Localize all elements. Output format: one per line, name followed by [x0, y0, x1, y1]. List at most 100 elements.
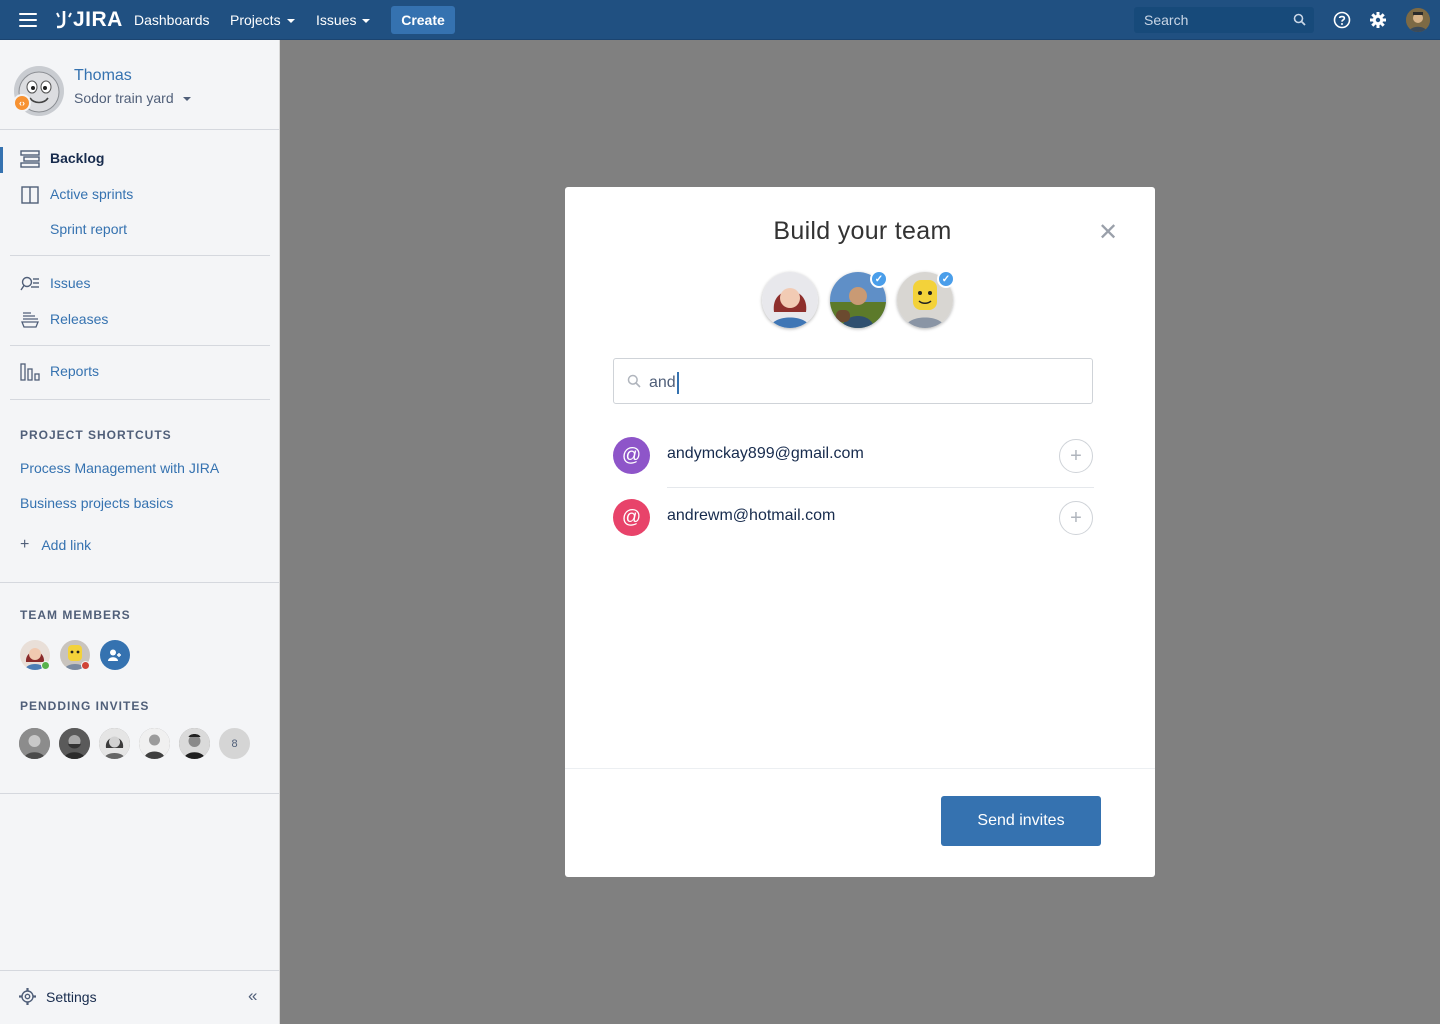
- sidebar-settings[interactable]: Settings «: [0, 970, 279, 1024]
- user-avatar-image: [1406, 8, 1430, 32]
- sidebar-item-label: Backlog: [50, 150, 105, 166]
- add-link-button[interactable]: + Add link: [20, 536, 91, 554]
- divider: [10, 345, 270, 346]
- sidebar-item-label: Sprint report: [50, 221, 128, 237]
- chevron-down-icon: [362, 19, 371, 23]
- shortcut-link[interactable]: Process Management with JIRA: [20, 460, 219, 476]
- dialog-title: Build your team: [773, 217, 952, 245]
- divider: [0, 793, 279, 794]
- nav-dashboards-label: Dashboards: [134, 12, 210, 28]
- divider: [565, 768, 1155, 769]
- pending-invite-avatar[interactable]: [99, 728, 130, 759]
- jira-logo[interactable]: JIRA: [56, 8, 123, 31]
- sidebar-item-label: Reports: [50, 363, 100, 379]
- nav-projects-label: Projects: [230, 12, 281, 28]
- global-search-input[interactable]: Search: [1134, 7, 1314, 33]
- divider: [667, 487, 1094, 488]
- result-email: andrewm@hotmail.com: [667, 507, 836, 524]
- send-invites-button[interactable]: Send invites: [941, 796, 1101, 846]
- team-search-input[interactable]: and: [613, 358, 1093, 404]
- pending-invite-avatar[interactable]: [19, 728, 50, 759]
- project-subtitle: Sodor train yard: [74, 90, 174, 106]
- gear-icon: [19, 988, 36, 1005]
- search-result-row[interactable]: @ andrewm@hotmail.com +: [613, 499, 1093, 539]
- sidebar-item-reports[interactable]: Reports: [0, 357, 279, 387]
- divider: [10, 399, 270, 400]
- project-sidebar: ‹› Thomas Sodor train yard Backlog Activ…: [0, 40, 280, 1024]
- pending-invite-avatar-image: [179, 728, 210, 759]
- divider: [0, 129, 279, 130]
- project-name[interactable]: Thomas: [74, 67, 132, 85]
- nav-issues[interactable]: Issues: [316, 12, 371, 28]
- plus-icon: +: [20, 536, 30, 553]
- selected-check-icon: ✓: [937, 270, 955, 288]
- divider: [10, 255, 270, 256]
- selected-check-icon: ✓: [870, 270, 888, 288]
- search-text: and: [649, 374, 676, 391]
- board-icon: [21, 186, 39, 204]
- search-value: and: [649, 372, 679, 394]
- sidebar-item-releases[interactable]: Releases: [0, 305, 279, 335]
- online-status-icon: [41, 661, 50, 670]
- pending-invite-avatar[interactable]: [59, 728, 90, 759]
- add-user-icon: [108, 649, 121, 661]
- search-icon: [627, 374, 641, 388]
- chevron-down-icon: [286, 19, 295, 23]
- chevron-down-icon: [182, 97, 191, 101]
- add-team-member-button[interactable]: [100, 640, 130, 670]
- text-cursor: [676, 372, 679, 394]
- shortcut-link[interactable]: Business projects basics: [20, 495, 173, 511]
- add-link-label: Add link: [41, 537, 92, 553]
- sidebar-item-label: Releases: [50, 311, 109, 327]
- pending-invite-avatar-image: [139, 728, 170, 759]
- sidebar-item-label: Active sprints: [50, 186, 134, 202]
- backlog-icon: [20, 150, 40, 168]
- busy-status-icon: [81, 661, 90, 670]
- sidebar-item-label: Issues: [50, 275, 91, 291]
- gear-icon[interactable]: [1369, 11, 1387, 29]
- reports-icon: [20, 363, 40, 381]
- team-members-heading: TEAM MEMBERS: [20, 608, 131, 622]
- add-invite-button[interactable]: +: [1059, 501, 1093, 535]
- jira-logo-icon: [56, 11, 72, 29]
- nav-dashboards[interactable]: Dashboards: [134, 12, 210, 28]
- email-at-icon: @: [613, 499, 650, 536]
- pending-invites-heading: PENDDING INVITES: [20, 699, 150, 713]
- selected-member-avatar-image: [762, 272, 818, 328]
- create-button[interactable]: Create: [391, 6, 455, 34]
- collapse-sidebar-icon[interactable]: «: [248, 986, 257, 1006]
- pending-invite-avatar-image: [99, 728, 130, 759]
- add-invite-button[interactable]: +: [1059, 439, 1093, 473]
- menu-icon[interactable]: [19, 13, 37, 27]
- logo-text: JIRA: [73, 8, 123, 31]
- build-team-dialog: Build your team ✕ ✓ ✓ and @ andymckay899…: [565, 187, 1155, 877]
- sidebar-item-issues[interactable]: Issues: [0, 269, 279, 299]
- sidebar-item-active-sprints[interactable]: Active sprints: [0, 180, 279, 210]
- selected-member-avatar[interactable]: [762, 272, 818, 328]
- sidebar-item-sprint-report[interactable]: Sprint report: [0, 215, 279, 245]
- email-at-icon: @: [613, 437, 650, 474]
- search-result-row[interactable]: @ andymckay899@gmail.com +: [613, 437, 1093, 477]
- search-placeholder: Search: [1144, 12, 1189, 28]
- releases-icon: [21, 312, 39, 328]
- user-avatar[interactable]: [1406, 8, 1430, 32]
- help-icon[interactable]: [1333, 11, 1351, 29]
- project-shortcuts-heading: PROJECT SHORTCUTS: [20, 428, 172, 442]
- project-type-badge-icon: ‹›: [13, 94, 31, 112]
- divider: [0, 582, 279, 583]
- project-switcher[interactable]: Sodor train yard: [74, 90, 191, 106]
- nav-projects[interactable]: Projects: [230, 12, 295, 28]
- pending-invite-avatar[interactable]: [139, 728, 170, 759]
- more-invites-count[interactable]: 8: [219, 728, 250, 759]
- issues-icon: [20, 276, 39, 291]
- pending-invite-avatar[interactable]: [179, 728, 210, 759]
- pending-invite-avatar-image: [19, 728, 50, 759]
- pending-invite-avatar-image: [59, 728, 90, 759]
- result-email: andymckay899@gmail.com: [667, 445, 864, 462]
- settings-label: Settings: [46, 989, 97, 1005]
- top-navigation-bar: JIRA Dashboards Projects Issues Create S…: [0, 0, 1440, 40]
- search-icon: [1293, 13, 1306, 26]
- nav-issues-label: Issues: [316, 12, 357, 28]
- close-icon[interactable]: ✕: [1098, 221, 1118, 245]
- sidebar-item-backlog[interactable]: Backlog: [0, 144, 279, 174]
